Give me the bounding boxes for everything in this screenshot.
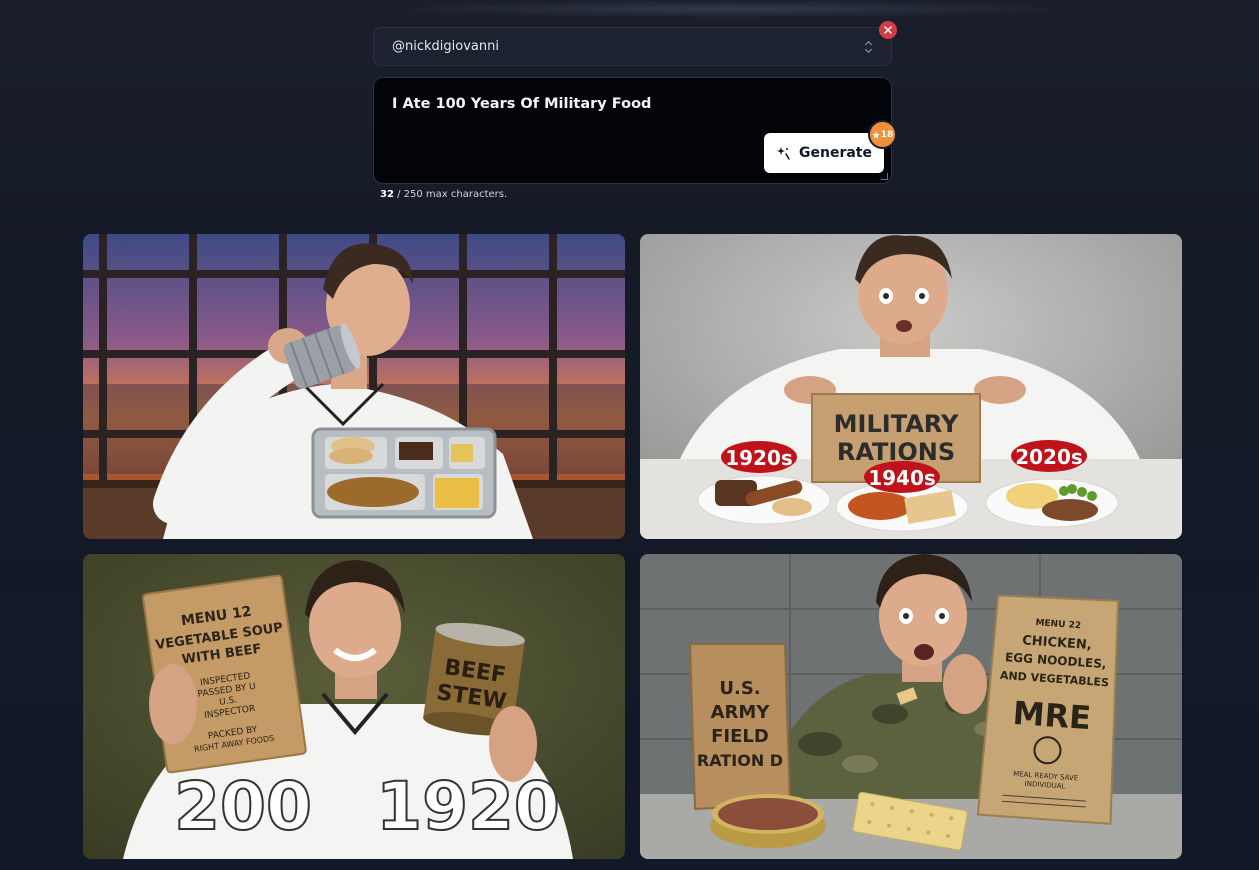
- credit-badge: 18: [868, 120, 897, 149]
- chevron-up-down-icon: [865, 41, 873, 53]
- generate-button[interactable]: Generate: [764, 133, 884, 173]
- credit-count: 18: [880, 129, 894, 140]
- channel-select-value: @nickdigiovanni: [392, 39, 499, 54]
- bag-army: ARMY: [711, 702, 771, 723]
- close-icon: [884, 26, 892, 34]
- thumbnail-3[interactable]: MENU 12 VEGETABLE SOUP WITH BEEF INSPECT…: [83, 554, 625, 859]
- char-count-suffix: / 250 max characters.: [393, 189, 508, 200]
- clear-channel-button[interactable]: [879, 21, 897, 39]
- bag-us: U.S.: [719, 678, 760, 699]
- bag-field: FIELD: [711, 726, 769, 747]
- label-2020s: 2020s: [1015, 445, 1083, 469]
- thumbnail-3-image: MENU 12 VEGETABLE SOUP WITH BEEF INSPECT…: [83, 554, 625, 859]
- big-number-1920: 1920: [376, 768, 560, 845]
- mre-logo: MRE: [1012, 694, 1093, 737]
- channel-select[interactable]: @nickdigiovanni: [373, 27, 892, 66]
- top-glow: [380, 0, 1080, 18]
- big-number-200: 200: [174, 768, 312, 845]
- thumbnail-2-image: MILITARY RATIONS 1920s 1940s 2020s: [640, 234, 1182, 539]
- label-1920s: 1920s: [725, 446, 793, 470]
- thumbnail-1[interactable]: [83, 234, 625, 539]
- bag-ration-d: RATION D: [697, 751, 783, 770]
- char-counter: 32 / 250 max characters.: [380, 189, 507, 200]
- thumbnail-2[interactable]: MILITARY RATIONS 1920s 1940s 2020s: [640, 234, 1182, 539]
- resize-handle[interactable]: [881, 173, 888, 180]
- thumbnail-1-image: [83, 234, 625, 539]
- thumbnail-4[interactable]: U.S. ARMY FIELD RATION D MENU 22 CHICKEN…: [640, 554, 1182, 859]
- char-count-value: 32: [380, 189, 394, 200]
- prompt-text[interactable]: I Ate 100 Years Of Military Food: [392, 96, 651, 112]
- label-1940s: 1940s: [868, 466, 936, 490]
- generate-label: Generate: [799, 145, 872, 161]
- sparkle-wand-icon: [777, 147, 790, 160]
- box-text-military: MILITARY: [834, 410, 959, 438]
- star-icon: [872, 130, 880, 138]
- thumbnail-4-image: U.S. ARMY FIELD RATION D MENU 22 CHICKEN…: [640, 554, 1182, 859]
